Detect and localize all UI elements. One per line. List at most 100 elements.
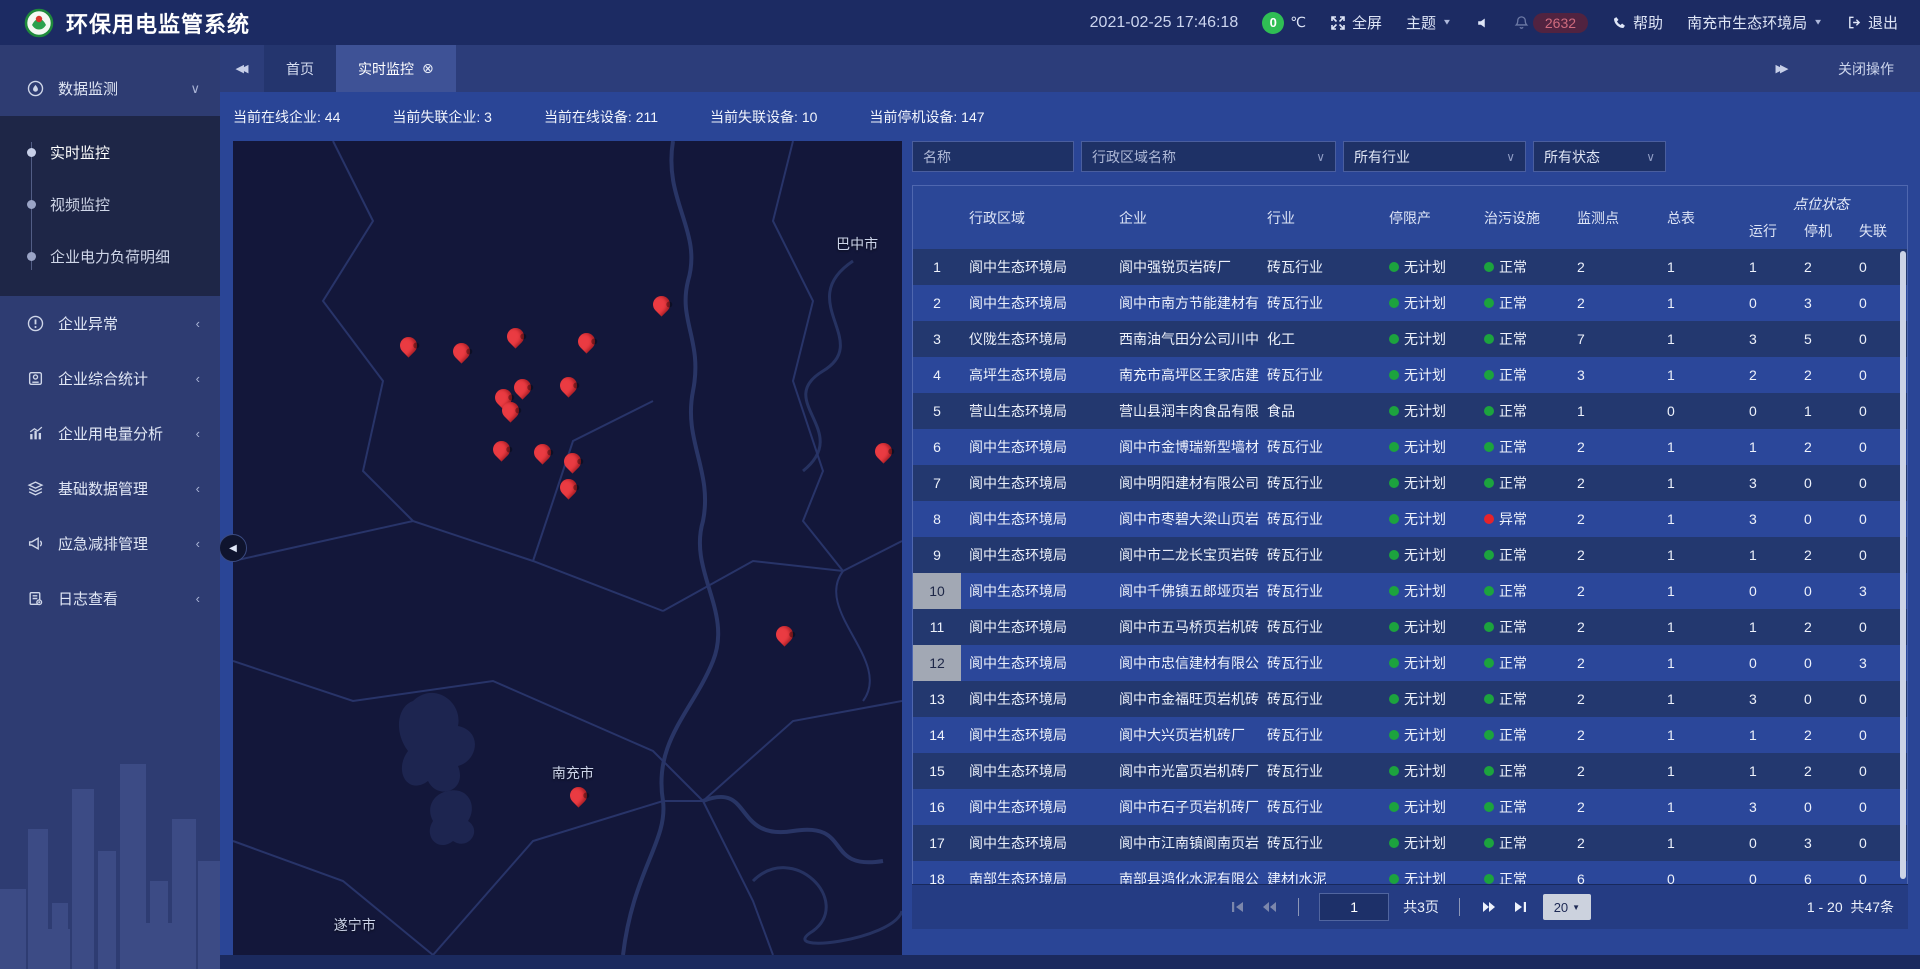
sidebar-item-3[interactable]: 企业综合统计‹ [0,351,220,406]
cell-meter: 1 [1659,753,1741,789]
cell-offline: 0 [1851,717,1907,753]
last-page-button[interactable] [1512,899,1529,915]
tab-close-icon[interactable]: ⊗ [422,60,434,77]
production-label: 无计划 [1404,761,1446,781]
name-search-input[interactable] [912,141,1074,172]
sidebar-item-7[interactable]: 日志查看‹ [0,571,220,626]
first-page-button[interactable] [1229,899,1246,915]
facility-label: 正常 [1499,689,1527,709]
cell-offline: 0 [1851,681,1907,717]
row-number: 2 [913,285,961,321]
cell-industry: 砖瓦行业 [1259,645,1381,681]
cell-stopped: 2 [1796,537,1851,573]
chevron-left-icon: ◀ [229,543,237,554]
caret-down-icon: ▼ [1442,18,1452,27]
status-select[interactable]: 所有状态 ∨ [1533,141,1666,172]
page-number-input[interactable]: 1 [1319,893,1389,921]
cell-monitor: 2 [1569,537,1659,573]
table-row[interactable]: 14阆中生态环境局阆中大兴页岩机砖厂砖瓦行业无计划正常21120 [913,717,1907,753]
prev-page-button[interactable] [1260,899,1278,915]
cell-region: 阆中生态环境局 [961,681,1111,717]
cell-facility: 正常 [1476,545,1569,565]
cell-offline: 3 [1851,573,1907,609]
table-scrollbar[interactable] [1900,251,1906,879]
cell-industry: 砖瓦行业 [1259,609,1381,645]
theme-menu-button[interactable]: 主题▼ [1406,12,1452,33]
cell-production: 无计划 [1381,689,1476,709]
sidebar-item-2[interactable]: 企业异常‹ [0,296,220,351]
sidebar-item-6[interactable]: 应急减排管理‹ [0,516,220,571]
table-row[interactable]: 6阆中生态环境局阆中市金博瑞新型墙材砖瓦行业无计划正常21120 [913,429,1907,465]
cell-monitor: 2 [1569,285,1659,321]
cell-production: 无计划 [1381,473,1476,493]
table-row[interactable]: 12阆中生态环境局阆中市忠信建材有限公砖瓦行业无计划正常21003 [913,645,1907,681]
chevron-left-icon: ‹ [196,536,200,551]
map-collapse-button[interactable]: ◀ [219,534,247,562]
industry-select[interactable]: 所有行业 ∨ [1343,141,1526,172]
table-row[interactable]: 2阆中生态环境局阆中市南方节能建材有砖瓦行业无计划正常21030 [913,285,1907,321]
tab-实时监控[interactable]: 实时监控⊗ [336,45,456,92]
cell-monitor: 2 [1569,573,1659,609]
sound-button[interactable] [1476,16,1490,30]
temperature: 0 ℃ [1262,12,1306,34]
cell-monitor: 2 [1569,501,1659,537]
sidebar-item-4[interactable]: 企业用电量分析‹ [0,406,220,461]
table-row[interactable]: 10阆中生态环境局阆中千佛镇五郎垭页岩砖瓦行业无计划正常21003 [913,573,1907,609]
bottom-strip [220,955,1920,969]
table-row[interactable]: 8阆中生态环境局阆中市枣碧大梁山页岩砖瓦行业无计划异常21300 [913,501,1907,537]
status-dot-green [1484,298,1494,308]
cell-industry: 砖瓦行业 [1259,717,1381,753]
tab-首页[interactable]: 首页 [264,45,336,92]
table-row[interactable]: 7阆中生态环境局阆中明阳建材有限公司砖瓦行业无计划正常21300 [913,465,1907,501]
table-row[interactable]: 16阆中生态环境局阆中市石子页岩机砖厂砖瓦行业无计划正常21300 [913,789,1907,825]
next-page-button[interactable] [1480,899,1498,915]
region-select[interactable]: 行政区域名称 ∨ [1081,141,1336,172]
cell-production: 无计划 [1381,545,1476,565]
cell-facility: 异常 [1476,509,1569,529]
enterprise-abnormal-icon [27,315,44,332]
page-size-select[interactable]: 20▼ [1543,894,1591,920]
bullet-dot-icon [27,252,36,261]
table-row[interactable]: 18南部生态环境局南部县鸿化水泥有限公建材|水泥无计划正常60060 [913,861,1907,885]
tabs-scroll-left-button[interactable]: ◀◀ [220,45,264,92]
table-row[interactable]: 9阆中生态环境局阆中市二龙长宝页岩砖砖瓦行业无计划正常21120 [913,537,1907,573]
sidebar-subitem-视频监控[interactable]: 视频监控 [0,178,220,230]
sidebar-item-5[interactable]: 基础数据管理‹ [0,461,220,516]
table-row[interactable]: 5营山生态环境局营山县润丰肉食品有限食品无计划正常10010 [913,393,1907,429]
tabs-scroll-right-button[interactable]: ▶▶ [1760,62,1804,75]
fullscreen-button[interactable]: 全屏 [1330,12,1382,33]
sidebar-subitem-实时监控[interactable]: 实时监控 [0,126,220,178]
row-number: 16 [913,789,961,825]
cell-region: 阆中生态环境局 [961,573,1111,609]
cell-facility: 正常 [1476,761,1569,781]
help-button[interactable]: 帮助 [1612,12,1663,33]
sidebar-item-label: 企业异常 [58,313,118,334]
logout-button[interactable]: 退出 [1847,12,1898,33]
sidebar-subitem-label: 企业电力负荷明细 [50,246,170,267]
table-row[interactable]: 15阆中生态环境局阆中市光富页岩机砖厂砖瓦行业无计划正常21120 [913,753,1907,789]
map-panel[interactable]: 巴中市南充市遂宁市 ◀ [233,141,902,955]
organization-menu-button[interactable]: 南充市生态环境局▼ [1687,12,1823,33]
cell-stopped: 0 [1796,789,1851,825]
tab-bar: ◀◀ 首页实时监控⊗ ▶▶ 关闭操作 [220,45,1920,92]
production-label: 无计划 [1404,401,1446,421]
table-row[interactable]: 17阆中生态环境局阆中市江南镇阆南页岩砖瓦行业无计划正常21030 [913,825,1907,861]
table-row[interactable]: 11阆中生态环境局阆中市五马桥页岩机砖砖瓦行业无计划正常21120 [913,609,1907,645]
table-row[interactable]: 3仪陇生态环境局西南油气田分公司川中化工无计划正常71350 [913,321,1907,357]
status-dot-red [1484,514,1494,524]
enterprise-table: 行政区域 企业 行业 停限产 治污设施 监测点 总表 运行 停机 失联 点位状态… [912,185,1908,886]
status-dot-green [1484,838,1494,848]
notification-area[interactable]: 2632 [1514,13,1588,33]
row-number: 10 [913,573,961,609]
table-row[interactable]: 13阆中生态环境局阆中市金福旺页岩机砖砖瓦行业无计划正常21300 [913,681,1907,717]
cell-region: 阆中生态环境局 [961,501,1111,537]
cell-industry: 砖瓦行业 [1259,789,1381,825]
table-row[interactable]: 1阆中生态环境局阆中强锐页岩砖厂砖瓦行业无计划正常21120 [913,249,1907,285]
sidebar-item-1[interactable]: 数据监测∨ [0,61,220,116]
status-dot-green [1389,658,1399,668]
close-operations-button[interactable]: 关闭操作 [1838,59,1894,79]
sidebar-subitem-企业电力负荷明细[interactable]: 企业电力负荷明细 [0,230,220,282]
table-row[interactable]: 4高坪生态环境局南充市高坪区王家店建砖瓦行业无计划正常31220 [913,357,1907,393]
chevron-down-icon: ∨ [1632,150,1655,164]
production-label: 无计划 [1404,329,1446,349]
